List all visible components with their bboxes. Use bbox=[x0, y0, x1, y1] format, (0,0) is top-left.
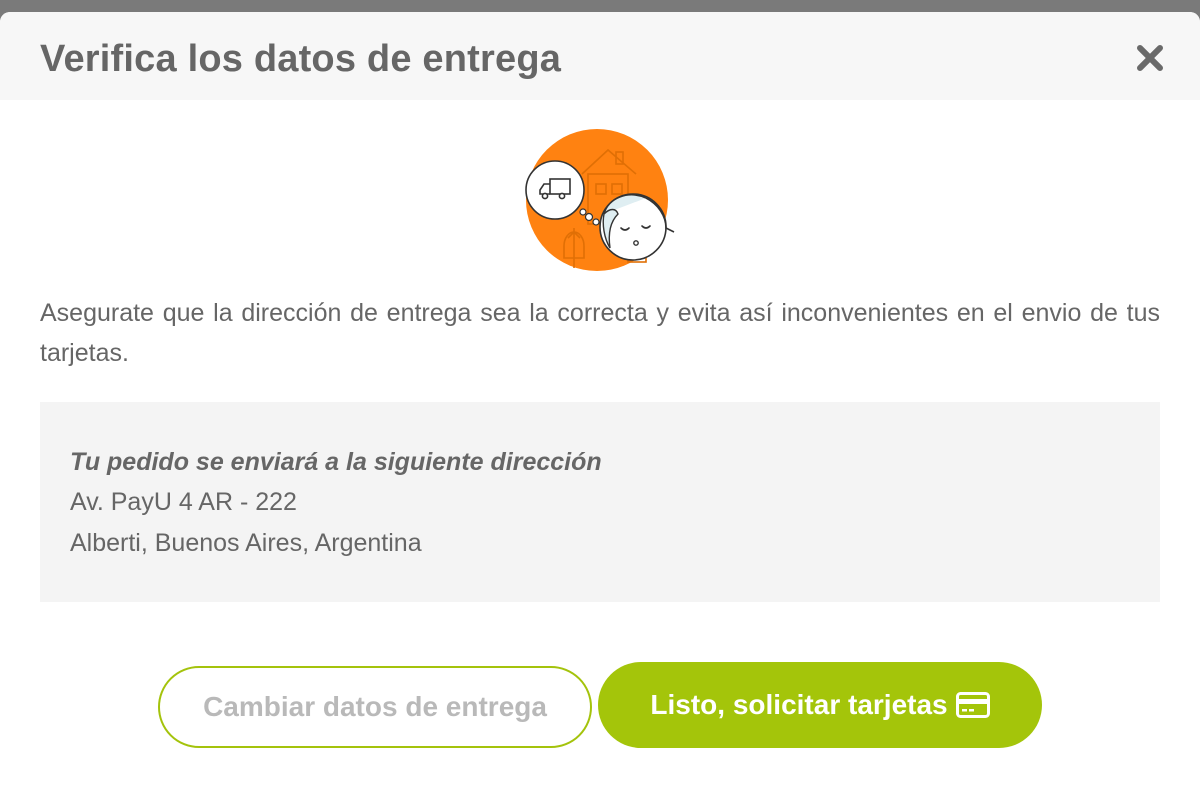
delivery-modal: Verifica los datos de entrega Asegurate … bbox=[0, 12, 1200, 788]
change-delivery-label: Cambiar datos de entrega bbox=[203, 691, 547, 722]
confirm-request-label: Listo, solicitar tarjetas bbox=[650, 689, 948, 720]
description-text: Asegurate que la dirección de entrega se… bbox=[40, 299, 1160, 367]
address-line-city: Alberti, Buenos Aires, Argentina bbox=[70, 529, 422, 557]
close-icon bbox=[1137, 45, 1163, 71]
confirm-request-cards-button[interactable]: Listo, solicitar tarjetas bbox=[598, 662, 1042, 748]
delivery-illustration bbox=[525, 129, 675, 271]
address-box: Tu pedido se enviará a la siguiente dire… bbox=[40, 402, 1160, 602]
address-heading: Tu pedido se enviará a la siguiente dire… bbox=[70, 448, 602, 476]
modal-title: Verifica los datos de entrega bbox=[40, 38, 562, 80]
address-line-street: Av. PayU 4 AR - 222 bbox=[70, 488, 297, 516]
credit-card-icon bbox=[955, 692, 990, 718]
close-button[interactable] bbox=[1134, 42, 1166, 74]
change-delivery-button[interactable]: Cambiar datos de entrega bbox=[158, 666, 592, 748]
modal-header: Verifica los datos de entrega bbox=[0, 12, 1200, 100]
